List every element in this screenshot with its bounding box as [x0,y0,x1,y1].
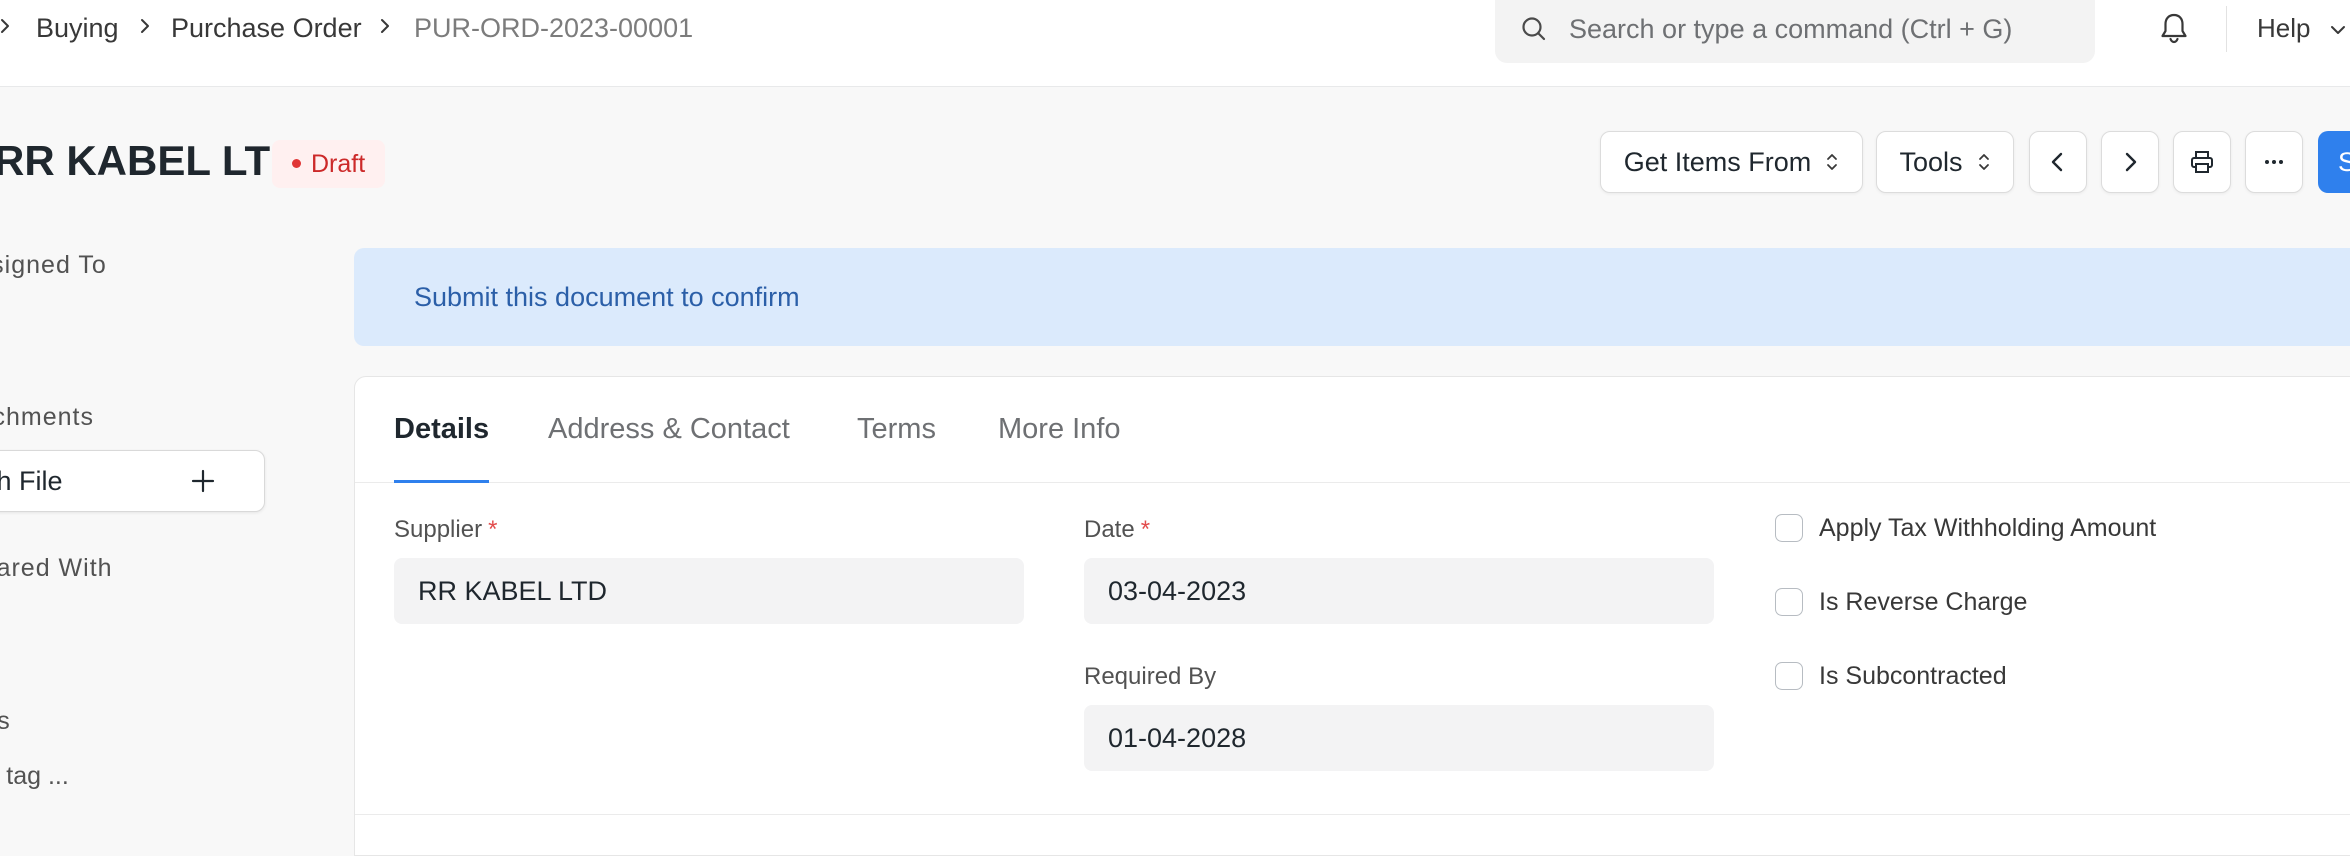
required-asterisk: * [1140,516,1151,543]
sidebar-attachments-label: Attachments [0,403,94,431]
previous-document-button[interactable] [2029,131,2087,193]
navbar: Buying Purchase Order PUR-ORD-2023-00001… [0,0,2350,87]
sidebar-assigned-to-label: Assigned To [0,251,107,279]
attach-file-label: Attach File [0,466,63,496]
tab-details[interactable]: Details [394,377,490,483]
more-actions-button[interactable] [2245,131,2303,193]
supplier-label: Supplier * [394,515,497,545]
supplier-field[interactable] [394,558,1024,624]
print-button[interactable] [2173,131,2231,193]
tools-button[interactable]: Tools [1876,131,2014,193]
chevron-left-icon [2051,152,2063,172]
next-document-button[interactable] [2101,131,2159,193]
notification-bell-icon[interactable] [2156,10,2192,46]
navbar-divider [2226,6,2227,52]
printer-icon [2191,151,2213,173]
form-card: Details Address & Contact Terms More Inf… [354,376,2350,856]
is-subcontracted-label: Is Subcontracted [1819,662,2007,690]
date-field[interactable] [1084,558,1714,624]
page-title: RR KABEL LTD [0,137,301,184]
breadcrumb-separator-icon [138,11,152,41]
alert-message: Submit this document to confirm [414,282,800,312]
sidebar-shared-with-label: Shared With [0,554,113,582]
chevron-right-icon [2125,152,2137,172]
more-icon [2265,160,2283,164]
tab-terms[interactable]: Terms [857,377,936,483]
breadcrumb-separator-icon [378,11,392,41]
get-items-from-button[interactable]: Get Items From [1600,131,1863,193]
required-asterisk: * [488,516,498,543]
submit-alert: Submit this document to confirm [354,248,2350,346]
is-reverse-charge-label: Is Reverse Charge [1819,588,2028,616]
status-text: Draft [311,150,366,178]
sidebar-tags-label: Tags [0,707,11,735]
tab-more-info[interactable]: More Info [998,377,1121,483]
status-dot [292,158,301,168]
date-label: Date * [1084,515,1150,545]
chevron-down-icon [2330,26,2345,35]
plus-icon [191,469,215,493]
submit-button[interactable]: Submit [2318,131,2350,193]
breadcrumb-purchase-order[interactable]: Purchase Order [171,12,362,44]
apply-tax-withholding-label: Apply Tax Withholding Amount [1819,514,2157,542]
breadcrumb-separator-icon [0,11,12,41]
section-divider [355,814,2350,815]
breadcrumb-buying[interactable]: Buying [36,12,119,44]
tools-label: Tools [1899,147,1963,177]
search-icon [1522,17,1546,41]
date-label-text: Date [1084,516,1135,543]
breadcrumb-current-document: PUR-ORD-2023-00001 [414,13,694,43]
status-badge: Draft [272,140,386,188]
help-label: Help [2257,13,2311,43]
is-subcontracted-checkbox[interactable] [1775,662,1803,690]
attach-file-button[interactable]: Attach File [0,450,265,512]
sort-arrows-icon [1978,154,1989,170]
supplier-label-text: Supplier [394,516,483,543]
help-dropdown[interactable]: Help [2257,12,2348,44]
search-bar[interactable] [1495,0,2095,63]
apply-tax-withholding-checkbox[interactable] [1775,514,1803,542]
search-input[interactable] [1567,0,2077,58]
required-by-field[interactable] [1084,705,1714,771]
required-by-label: Required By [1084,663,1217,690]
sort-arrows-icon [1827,154,1838,170]
get-items-from-label: Get Items From [1623,147,1812,177]
is-reverse-charge-checkbox[interactable] [1775,588,1803,616]
add-tag-link[interactable]: Add a tag ... [0,761,69,791]
form-tabs: Details Address & Contact Terms More Inf… [355,377,2350,483]
tab-address-contact[interactable]: Address & Contact [548,377,790,483]
